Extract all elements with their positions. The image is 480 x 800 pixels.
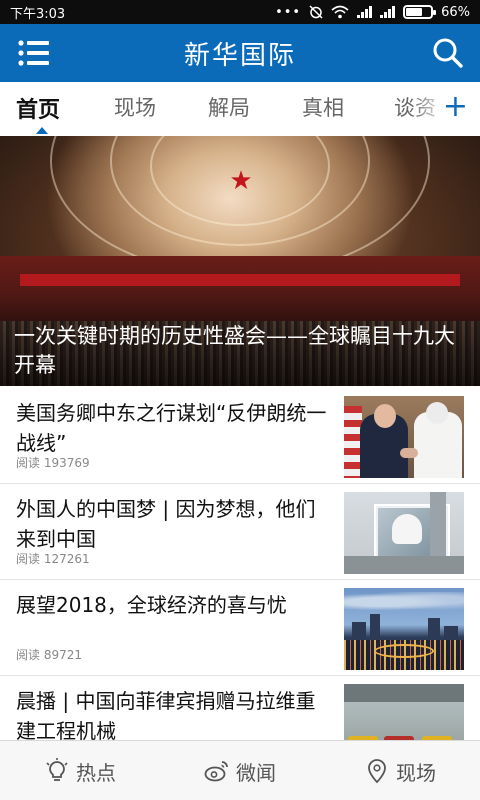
more-dots-icon: ••• <box>275 4 302 20</box>
alarm-off-icon <box>309 5 323 19</box>
news-title: 晨播 | 中国向菲律宾捐赠马拉维重建工程机械 <box>16 689 316 743</box>
nav-hot[interactable]: 热点 <box>0 741 160 800</box>
tab-truth[interactable]: 真相 <box>302 92 344 122</box>
signal-icon-2 <box>380 6 396 18</box>
news-read-count: 阅读 89721 <box>16 648 82 662</box>
nav-hot-label: 热点 <box>76 760 116 785</box>
status-bar: 下午3:03 ••• 66% <box>0 0 480 24</box>
red-star-icon: ★ <box>229 166 253 196</box>
news-thumbnail <box>344 588 464 670</box>
app-header: 新华国际 <box>0 24 480 82</box>
hero-banner[interactable]: ★ 一次关键时期的历史性盛会——全球瞩目十九大开幕 <box>0 136 480 386</box>
hero-red-banner <box>20 274 460 286</box>
battery-percent: 66% <box>441 4 470 20</box>
battery-icon <box>403 5 437 19</box>
news-title: 美国务卿中东之行谋划“反伊朗统一战线” <box>16 401 327 455</box>
dome-ring <box>50 136 430 276</box>
tab-analysis[interactable]: 解局 <box>208 92 250 122</box>
channel-tabs: 首页 现场 解局 真相 谈资 + <box>0 82 480 136</box>
news-read-count: 阅读 193769 <box>16 456 90 470</box>
wifi-icon <box>331 5 349 19</box>
news-item[interactable]: 外国人的中国梦 | 因为梦想，他们来到中国 阅读 127261 <box>0 484 480 580</box>
bottom-navigation: 热点 微闻 现场 <box>0 740 480 800</box>
status-time: 下午3:03 <box>10 6 66 22</box>
news-item[interactable]: 美国务卿中东之行谋划“反伊朗统一战线” 阅读 193769 <box>0 388 480 484</box>
news-thumbnail <box>344 396 464 478</box>
location-pin-icon <box>368 759 386 784</box>
search-icon[interactable] <box>432 37 464 69</box>
add-channel-button[interactable]: + <box>443 92 468 122</box>
app-title: 新华国际 <box>183 40 296 71</box>
tab-scene[interactable]: 现场 <box>114 92 156 122</box>
news-item[interactable]: 展望2018，全球经济的喜与忧 阅读 89721 <box>0 580 480 676</box>
weibo-icon <box>204 761 228 782</box>
nav-weibo-label: 微闻 <box>236 760 276 785</box>
hero-caption: 一次关键时期的历史性盛会——全球瞩目十九大开幕 <box>14 324 455 377</box>
news-title: 展望2018，全球经济的喜与忧 <box>16 593 287 617</box>
news-title: 外国人的中国梦 | 因为梦想，他们来到中国 <box>16 497 316 551</box>
news-read-count: 阅读 127261 <box>16 552 90 566</box>
signal-icon-1 <box>357 6 373 18</box>
menu-icon[interactable] <box>18 40 50 66</box>
nav-weibo[interactable]: 微闻 <box>160 741 320 800</box>
nav-scene[interactable]: 现场 <box>320 741 480 800</box>
nav-scene-label: 现场 <box>396 760 436 785</box>
status-icons: ••• 66% <box>275 5 470 20</box>
active-tab-indicator <box>36 127 48 134</box>
news-thumbnail <box>344 492 464 574</box>
lightbulb-icon <box>46 758 68 781</box>
tab-home[interactable]: 首页 <box>16 92 60 124</box>
